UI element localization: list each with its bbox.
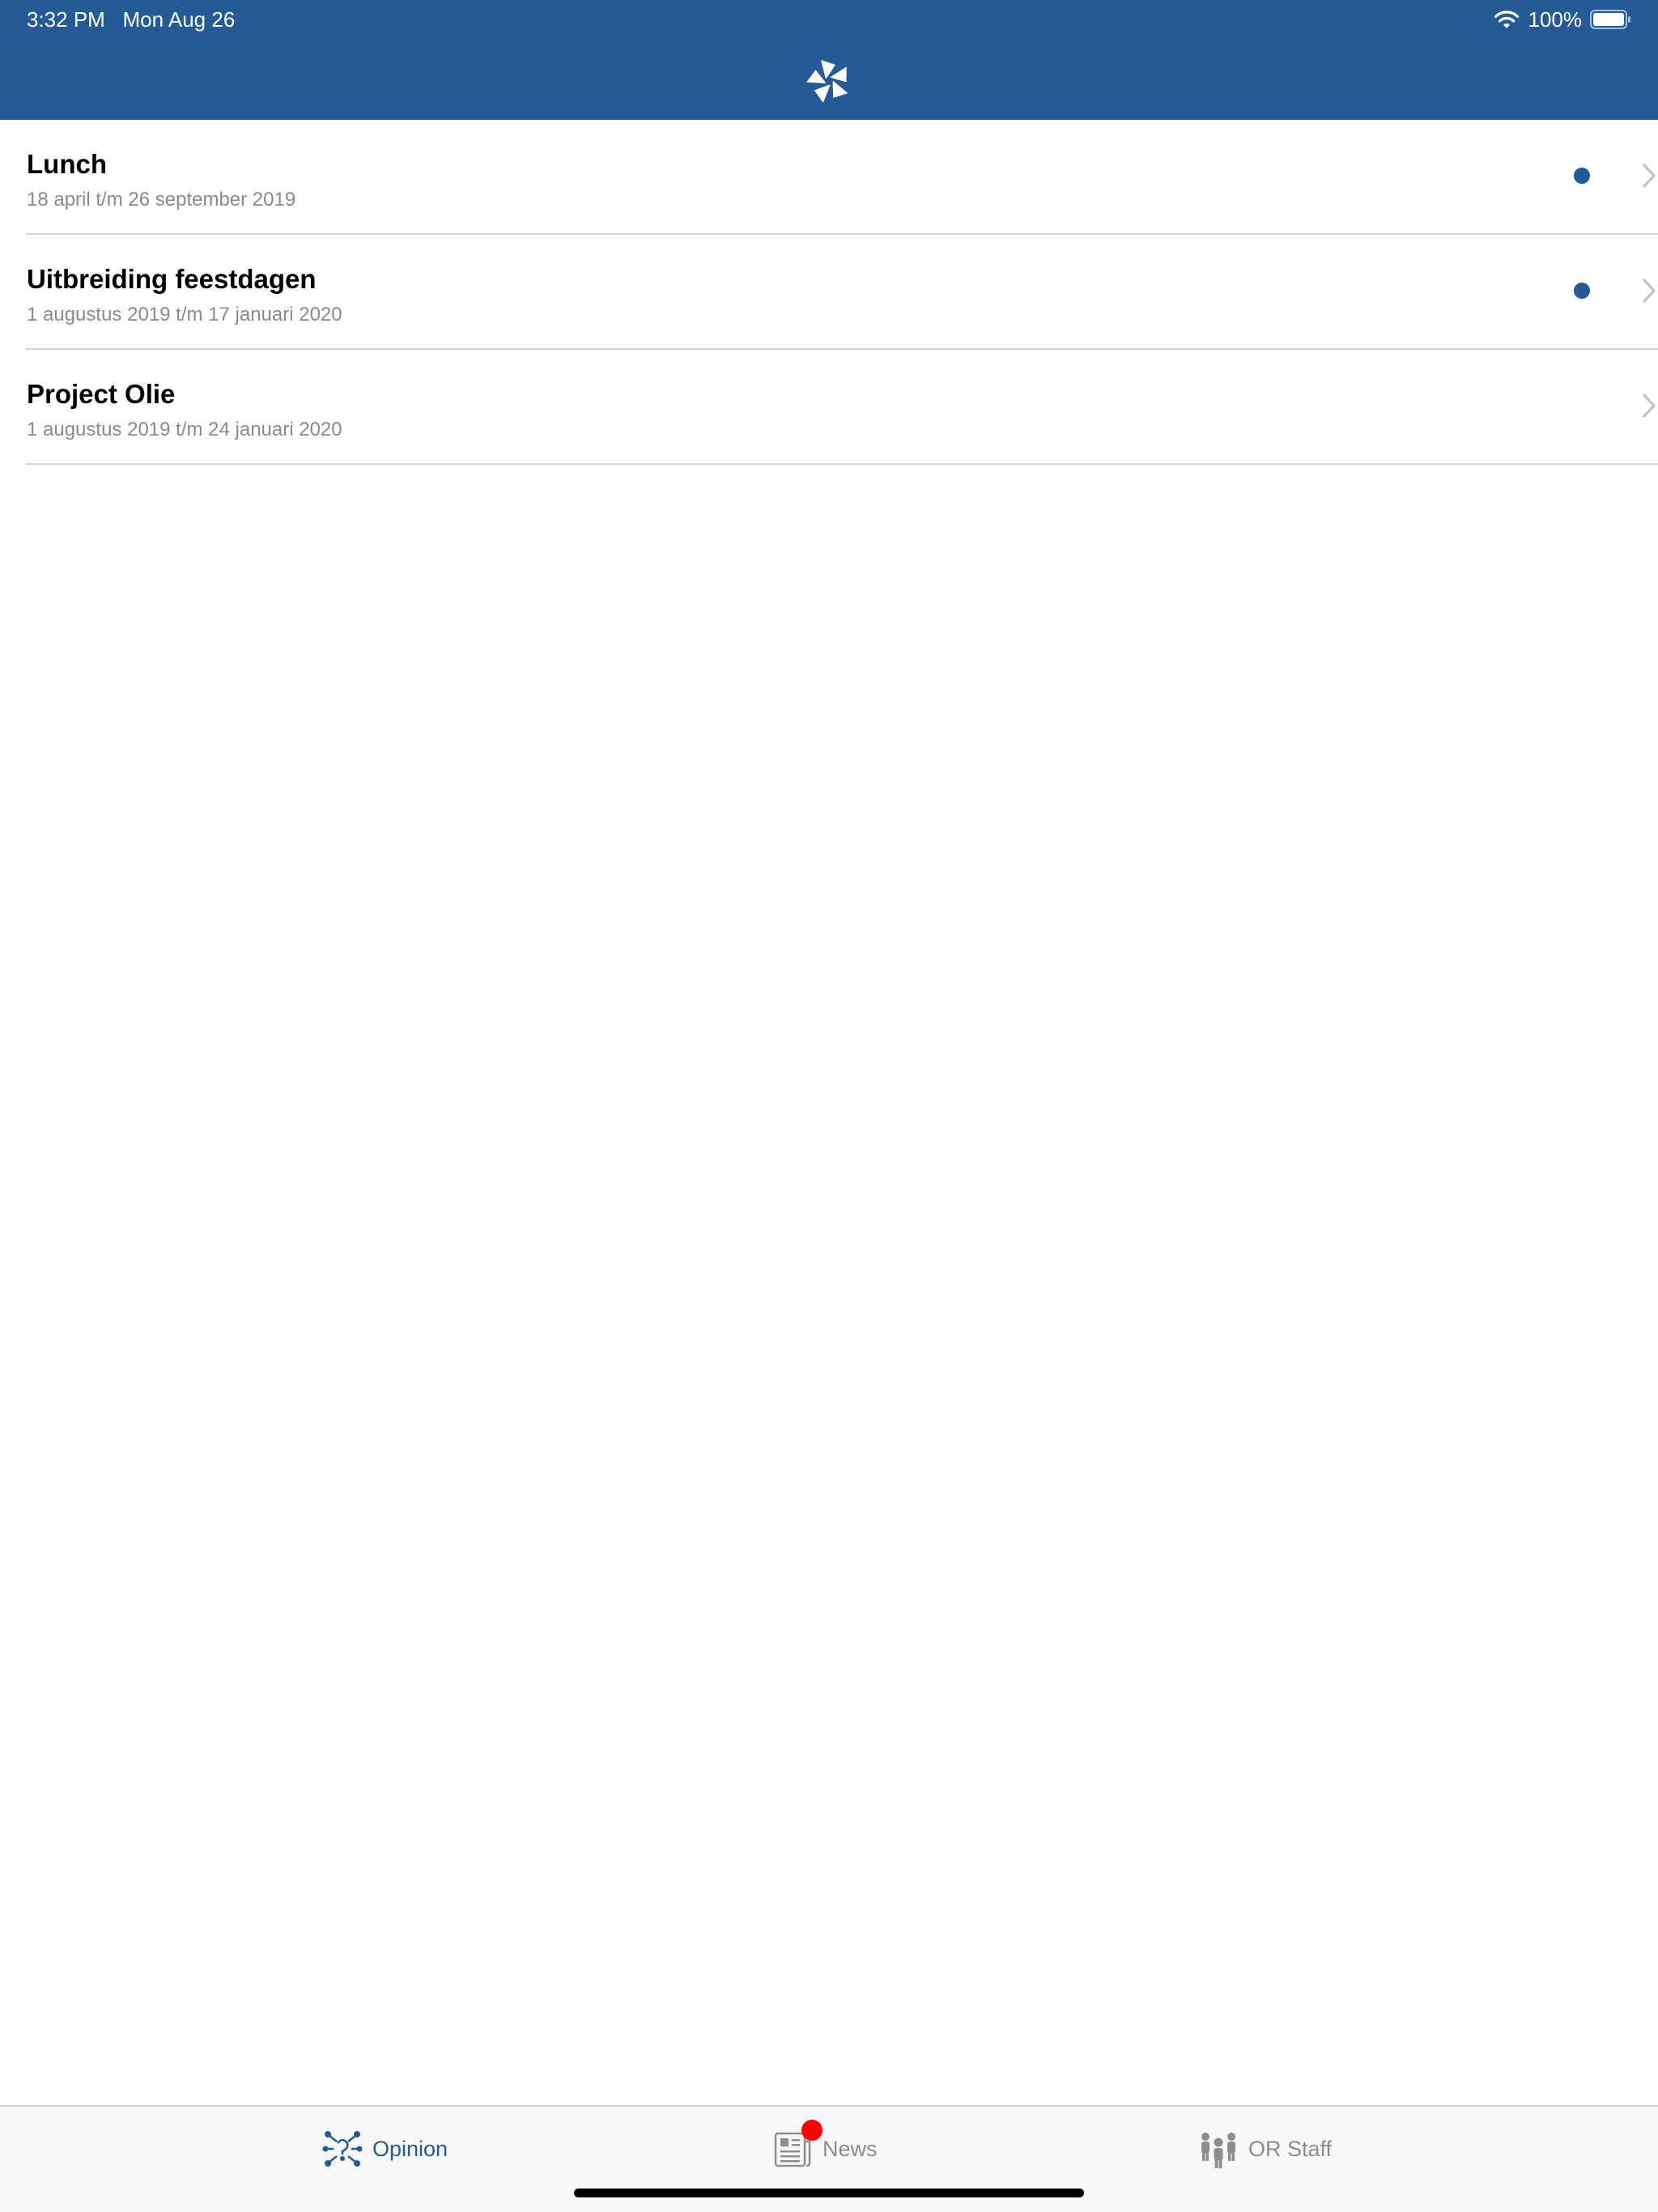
tab-or-staff-label: OR Staff [1248,2137,1333,2161]
tab-or-staff[interactable]: OR Staff [1198,2128,1332,2170]
chevron-right-icon [1643,279,1656,303]
status-date: Mon Aug 26 [122,7,236,32]
list-item-uitbreiding-feestdagen[interactable]: Uitbreiding feestdagen 1 augustus 2019 t… [26,235,1658,350]
tab-opinion-label: Opinion [372,2137,449,2161]
tab-opinion[interactable]: Opinion [322,2128,448,2170]
tab-news[interactable]: News [772,2128,878,2170]
news-notification-badge [801,2120,823,2141]
chevron-right-icon [1643,393,1656,418]
wifi-icon [1494,11,1519,28]
unread-indicator [1574,168,1590,184]
status-indicators: 100% [1493,6,1633,32]
status-clock: 3:32 PM [27,7,105,32]
list-item-date-range: 1 augustus 2019 t/m 24 januari 2020 [27,419,342,440]
navigation-header: 3:32 PM Mon Aug 26 100% [0,0,1658,120]
status-time: 3:32 PM Mon Aug 26 [27,6,235,32]
list-item-title: Project Olie [27,379,176,409]
battery-icon [1590,10,1630,29]
unread-indicator [1574,283,1590,299]
list-item-lunch[interactable]: Lunch 18 april t/m 26 september 2019 [26,120,1658,235]
list-item-date-range: 1 augustus 2019 t/m 17 januari 2020 [27,304,342,325]
list-item-date-range: 18 april t/m 26 september 2019 [27,189,296,211]
opinion-network-icon [322,2131,363,2167]
tab-news-label: News [823,2137,878,2161]
people-group-icon [1201,2133,1235,2168]
flower-logo-icon [806,60,848,103]
list-item-title: Uitbreiding feestdagen [27,264,317,294]
opinion-list: Lunch 18 april t/m 26 september 2019 Uit… [0,120,1658,465]
list-item-title: Lunch [27,149,107,179]
list-item-project-olie[interactable]: Project Olie 1 augustus 2019 t/m 24 janu… [26,350,1658,465]
battery-percentage: 100% [1528,6,1583,32]
home-indicator[interactable] [574,2189,1084,2197]
chevron-right-icon [1643,164,1656,188]
app-screen: 3:32 PM Mon Aug 26 100% Lunch 18 april t… [0,0,1658,2212]
